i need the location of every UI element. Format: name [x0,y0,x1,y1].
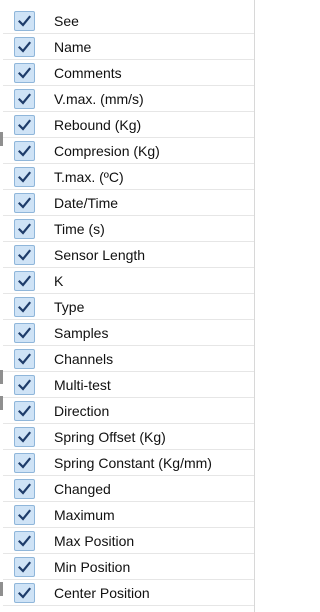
menu-item[interactable]: Comments [0,60,255,86]
menu-item-label: Spring Offset (Kg) [54,429,166,445]
checkmark-icon [18,41,31,53]
menu-item[interactable]: Spring Constant (Kg/mm) [0,450,255,476]
menu-item[interactable]: V.max. (mm/s) [0,86,255,112]
checkbox[interactable] [14,193,35,213]
checkmark-icon [18,171,31,183]
checkbox[interactable] [14,479,35,499]
column-visibility-menu: See Name Comments V.max. (mm/s) Rebound (Kg)… [0,0,255,612]
checkbox[interactable] [14,271,35,291]
menu-item-label: Time (s) [54,221,105,237]
checkmark-icon [18,405,31,417]
checkmark-icon [18,249,31,261]
checkmark-icon [18,457,31,469]
menu-item[interactable]: Channels [0,346,255,372]
menu-item-label: Direction [54,403,110,419]
checkbox[interactable] [14,427,35,447]
menu-item-label: Sensor Length [54,247,146,263]
checkmark-icon [18,223,31,235]
checkbox[interactable] [14,167,35,187]
menu-item-label: Type [54,299,85,315]
checkmark-icon [18,15,31,27]
menu-item[interactable]: Spring Offset (Kg) [0,424,255,450]
checkbox[interactable] [14,401,35,421]
menu-item-label: Multi-test [54,377,111,393]
checkbox[interactable] [14,375,35,395]
menu-item-label: K [54,273,64,289]
menu-item-label: Changed [54,481,111,497]
checkbox[interactable] [14,245,35,265]
checkmark-icon [18,327,31,339]
checkbox[interactable] [14,11,35,31]
checkbox[interactable] [14,557,35,577]
menu-item-label: Name [54,39,92,55]
checkbox[interactable] [14,323,35,343]
menu-item-label: Date/Time [54,195,119,211]
checkmark-icon [18,197,31,209]
checkmark-icon [18,587,31,599]
menu-item-label: Rebound (Kg) [54,117,142,133]
menu-item[interactable]: Multi-test [0,372,255,398]
checkbox[interactable] [14,505,35,525]
checkbox[interactable] [14,219,35,239]
menu-item[interactable]: Date/Time [0,190,255,216]
checkmark-icon [18,93,31,105]
menu-item[interactable]: Rebound (Kg) [0,112,255,138]
checkbox[interactable] [14,583,35,603]
menu-item[interactable]: Center Position [0,580,255,606]
menu-item-label: Samples [54,325,109,341]
checkmark-icon [18,483,31,495]
checkbox[interactable] [14,297,35,317]
menu-item[interactable]: Samples [0,320,255,346]
checkmark-icon [18,119,31,131]
menu-item-label: See [54,13,79,29]
checkmark-icon [18,509,31,521]
checkbox[interactable] [14,453,35,473]
menu-item-label: V.max. (mm/s) [54,91,144,107]
checkbox[interactable] [14,349,35,369]
checkbox[interactable] [14,63,35,83]
menu-item-label: Maximum [54,507,115,523]
checkbox[interactable] [14,37,35,57]
menu-item[interactable]: Time (s) [0,216,255,242]
menu-item[interactable]: T.max. (ºC) [0,164,255,190]
checkmark-icon [18,353,31,365]
checkmark-icon [18,145,31,157]
menu-item[interactable]: Direction [0,398,255,424]
checkmark-icon [18,561,31,573]
menu-item[interactable]: Maximum [0,502,255,528]
menu-item-label: Comments [54,65,122,81]
checkmark-icon [18,67,31,79]
menu-item[interactable]: Sensor Length [0,242,255,268]
menu-item[interactable]: Changed [0,476,255,502]
menu-item-label: Compresion (Kg) [54,143,160,159]
checkmark-icon [18,535,31,547]
checkmark-icon [18,431,31,443]
menu-item-label: Spring Constant (Kg/mm) [54,455,212,471]
menu-item[interactable]: Min Position [0,554,255,580]
menu-item[interactable]: K [0,268,255,294]
checkbox[interactable] [14,115,35,135]
menu-item[interactable]: See [0,8,255,34]
menu-item[interactable]: Name [0,34,255,60]
menu-item-label: Center Position [54,585,150,601]
menu-item[interactable]: Compresion (Kg) [0,138,255,164]
menu-right-border [254,0,255,612]
menu-item[interactable]: Type [0,294,255,320]
checkmark-icon [18,275,31,287]
menu-item-label: T.max. (ºC) [54,169,124,185]
menu-item-label: Max Position [54,533,135,549]
checkbox[interactable] [14,531,35,551]
checkmark-icon [18,301,31,313]
menu-item[interactable]: Max Position [0,528,255,554]
checkmark-icon [18,379,31,391]
menu-item-label: Channels [54,351,114,367]
checkbox[interactable] [14,141,35,161]
menu-item-label: Min Position [54,559,131,575]
checkbox[interactable] [14,89,35,109]
